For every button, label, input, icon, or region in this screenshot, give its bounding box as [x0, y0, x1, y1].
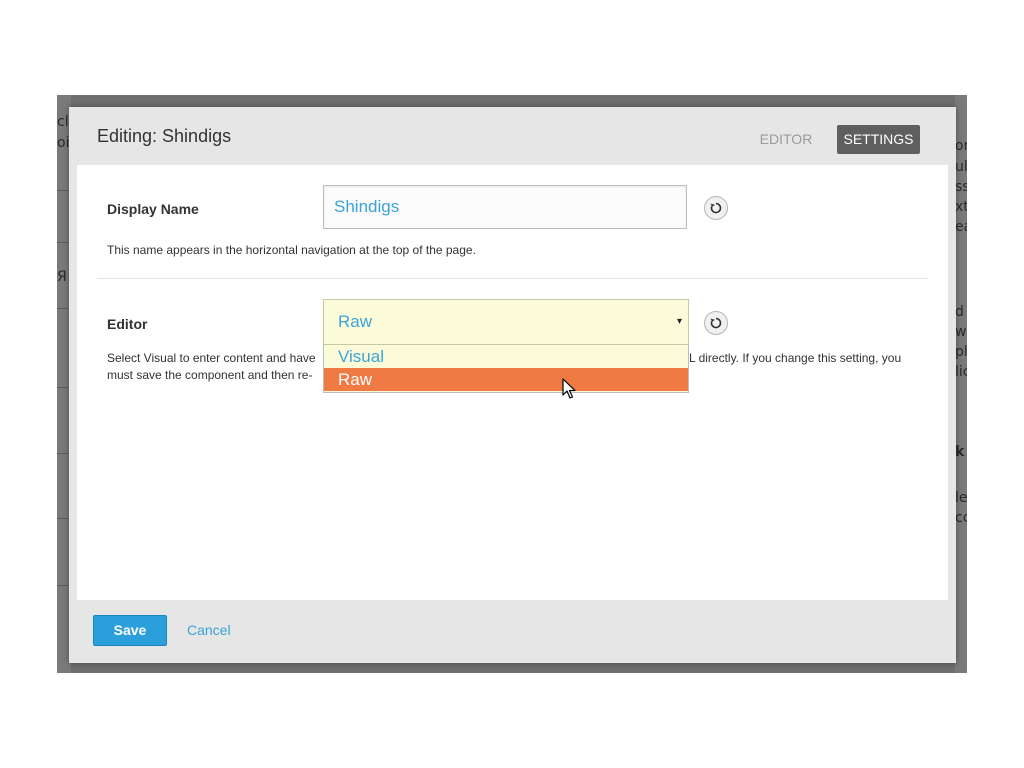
dropdown-option-raw[interactable]: Raw — [324, 368, 688, 391]
modal-footer: Save Cancel — [69, 600, 956, 663]
save-button[interactable]: Save — [93, 615, 167, 646]
edit-component-modal: Editing: Shindigs EDITOR SETTINGS Displa… — [69, 107, 956, 663]
background-text: le — [955, 490, 967, 506]
background-text: or — [955, 138, 967, 154]
display-name-label: Display Name — [107, 201, 199, 217]
display-name-reset-button[interactable] — [704, 196, 728, 220]
background-text: oi — [57, 135, 70, 151]
background-text: ul — [955, 159, 967, 175]
background-text: cc — [955, 510, 967, 526]
editor-help-line2-left: must save the component and then re- — [107, 368, 313, 382]
editor-select-value: Raw — [338, 312, 373, 331]
display-name-help: This name appears in the horizontal navi… — [107, 243, 476, 257]
modal-body: Display Name Shindigs This name appears … — [77, 165, 948, 600]
background-text: k — [955, 444, 965, 460]
editor-select[interactable]: Raw ▾ — [323, 299, 689, 345]
editor-dropdown-list: Visual Raw — [323, 345, 689, 393]
background-text: ss — [955, 179, 967, 195]
background-text: d — [955, 304, 964, 320]
cancel-button[interactable]: Cancel — [187, 615, 231, 646]
background-text: pl — [955, 344, 967, 360]
chevron-down-icon: ▾ — [676, 316, 682, 327]
display-name-input[interactable]: Shindigs — [323, 185, 687, 229]
dropdown-option-visual[interactable]: Visual — [324, 345, 688, 368]
background-text: ea — [955, 219, 967, 235]
background-text: Я — [57, 269, 67, 285]
editor-help-line1-right: L directly. If you change this setting, … — [689, 351, 902, 365]
modal-title: Editing: Shindigs — [97, 126, 232, 146]
reset-icon — [710, 202, 722, 214]
modal-header: Editing: Shindigs EDITOR SETTINGS — [69, 107, 956, 165]
editor-help-line1-left: Select Visual to enter content and have — [107, 351, 316, 365]
background-text: xt — [955, 199, 967, 215]
background-text: lic — [955, 364, 967, 380]
mouse-cursor-icon — [562, 378, 576, 404]
tab-settings[interactable]: SETTINGS — [837, 125, 920, 154]
background-text: wi — [955, 324, 967, 340]
editor-label: Editor — [107, 316, 148, 332]
reset-icon — [710, 317, 722, 329]
tab-editor[interactable]: EDITOR — [755, 125, 817, 153]
section-divider — [97, 278, 928, 279]
background-text: cl — [57, 114, 69, 130]
editor-reset-button[interactable] — [704, 311, 728, 335]
